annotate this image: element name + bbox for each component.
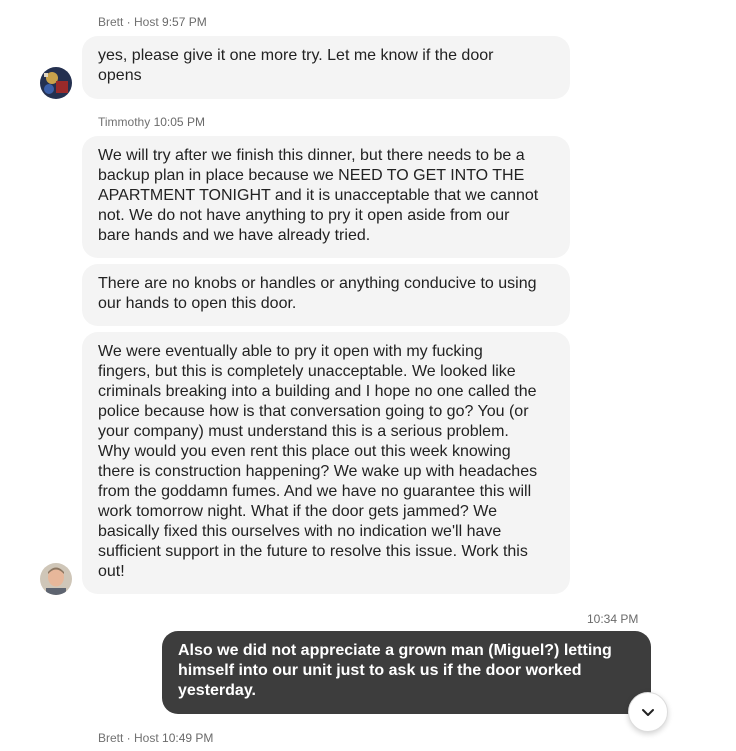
message-bubble-guest[interactable]: We were eventually able to pry it open w… <box>82 332 570 594</box>
message-bubble-guest[interactable]: We will try after we finish this dinner,… <box>82 136 570 258</box>
message-meta-guest: Timmothy 10:05 PM <box>98 115 205 129</box>
meta-separator: · <box>123 731 135 745</box>
message-time: 10:34 PM <box>587 612 639 626</box>
guest-avatar-image <box>40 563 72 595</box>
message-meta-host: Brett · Host 9:57 PM <box>98 15 207 29</box>
message-time: 10:05 PM <box>153 115 205 129</box>
host-avatar[interactable] <box>40 67 72 99</box>
meta-separator: · <box>123 15 135 29</box>
scroll-to-bottom-button[interactable] <box>628 692 668 732</box>
message-bubble-host[interactable]: yes, please give it one more try. Let me… <box>82 36 570 99</box>
message-bubble-self[interactable]: Also we did not appreciate a grown man (… <box>162 631 651 714</box>
chevron-down-icon <box>640 704 656 720</box>
sender-name: Timmothy <box>98 115 151 129</box>
message-meta-self: 10:34 PM <box>587 612 638 626</box>
sender-name: Brett <box>98 731 124 745</box>
message-meta-host: Brett · Host 10:49 PM <box>98 731 213 745</box>
sender-role: Host <box>134 15 159 29</box>
sender-name: Brett <box>98 15 124 29</box>
sender-role: Host <box>134 731 159 745</box>
message-time: 9:57 PM <box>162 15 207 29</box>
message-time: 10:49 PM <box>162 731 214 745</box>
host-avatar-image <box>40 67 72 99</box>
guest-avatar[interactable] <box>40 563 72 595</box>
message-bubble-guest[interactable]: There are no knobs or handles or anythin… <box>82 264 570 326</box>
